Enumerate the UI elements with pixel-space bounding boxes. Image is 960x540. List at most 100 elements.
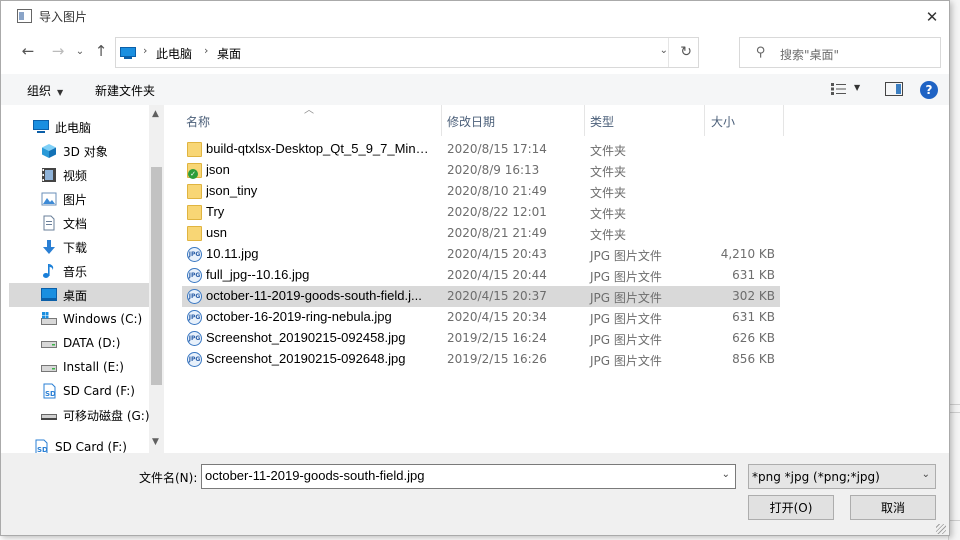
documents-icon	[41, 215, 57, 231]
file-type-select[interactable]: *png *jpg (*png;*jpg) ⌄	[748, 464, 936, 489]
column-divider[interactable]	[441, 105, 442, 136]
tree-item[interactable]: 桌面	[9, 283, 149, 307]
column-header-size[interactable]: 大小	[711, 105, 735, 136]
address-bar[interactable]: › 此电脑 › 桌面 ⌄ ↻	[115, 37, 699, 68]
up-button[interactable]: ↑	[90, 40, 112, 62]
back-button[interactable]: ←	[17, 40, 39, 62]
view-dropdown-icon[interactable]: ▼	[854, 83, 860, 92]
desktop-icon	[41, 287, 57, 303]
tree-item[interactable]: 图片	[9, 187, 149, 211]
file-date: 2020/4/15 20:44	[447, 268, 547, 282]
pictures-icon	[41, 191, 57, 207]
tree-item-label: 视频	[63, 168, 88, 183]
recent-locations-button[interactable]: ⌄	[69, 40, 91, 62]
chevron-down-icon[interactable]: ⌄	[722, 469, 730, 480]
drive-icon	[41, 335, 57, 351]
column-header-date[interactable]: 修改日期	[447, 105, 495, 136]
file-size: 302 KB	[732, 289, 775, 303]
file-row[interactable]: Try 2020/8/22 12:01 文件夹	[182, 202, 780, 223]
file-row[interactable]: JPG Screenshot_20190215-092458.jpg 2019/2/…	[182, 328, 780, 349]
tree-item[interactable]: 音乐	[9, 259, 149, 283]
tree-item[interactable]: 文档	[9, 211, 149, 235]
tree-item-label: 可移动磁盘 (G:)	[63, 408, 150, 423]
refresh-icon[interactable]: ↻	[680, 44, 692, 60]
search-box[interactable]: ⚲ 搜索"桌面"	[739, 37, 941, 68]
file-type: 文件夹	[590, 228, 627, 242]
file-row[interactable]: JPG full_jpg--10.16.jpg 2020/4/15 20:44 JPG…	[182, 265, 780, 286]
breadcrumb-desktop[interactable]: 桌面	[217, 45, 241, 62]
close-icon: ✕	[925, 7, 939, 26]
column-divider[interactable]	[584, 105, 585, 136]
tree-item[interactable]: 视频	[9, 163, 149, 187]
file-name: usn	[206, 225, 227, 240]
file-row[interactable]: JPG Screenshot_20190215-092648.jpg 2019/2/…	[182, 349, 780, 370]
close-button[interactable]: ✕	[915, 1, 949, 32]
address-divider	[668, 38, 669, 67]
scroll-up-icon[interactable]: ▲	[152, 109, 159, 119]
tree-item[interactable]: 此电脑	[9, 115, 149, 139]
removable-drive-icon	[41, 407, 57, 423]
file-row[interactable]: JPG october-11-2019-goods-south-field.j..…	[182, 286, 780, 307]
tree-item[interactable]: SD SD Card (F:)	[9, 379, 149, 403]
filename-input[interactable]: october-11-2019-goods-south-field.jpg ⌄	[201, 464, 736, 489]
search-input[interactable]: 搜索"桌面"	[780, 46, 839, 63]
file-size: 856 KB	[732, 352, 775, 366]
file-date: 2020/8/15 17:14	[447, 142, 547, 156]
file-date: 2020/8/10 21:49	[447, 184, 547, 198]
file-date: 2020/4/15 20:37	[447, 289, 547, 303]
file-type: 文件夹	[590, 207, 627, 221]
file-size: 4,210 KB	[720, 247, 775, 261]
open-button[interactable]: 打开(O)	[748, 495, 834, 520]
address-history-dropdown[interactable]: ⌄	[660, 45, 668, 56]
file-type: 文件夹	[590, 186, 627, 200]
search-icon: ⚲	[756, 45, 766, 60]
forward-button[interactable]: →	[47, 40, 69, 62]
column-header-name[interactable]: 名称	[186, 105, 210, 136]
tree-item[interactable]: 可移动磁盘 (G:)	[9, 403, 150, 427]
file-row[interactable]: JPG 10.11.jpg 2020/4/15 20:43 JPG 图片文件 4,210…	[182, 244, 780, 265]
tree-item[interactable]: 3D 对象	[9, 139, 149, 163]
breadcrumb-this-pc[interactable]: 此电脑	[156, 45, 192, 62]
file-row[interactable]: json_tiny 2020/8/10 21:49 文件夹	[182, 181, 780, 202]
tree-item[interactable]: 下载	[9, 235, 149, 259]
tree-item-label: 文档	[63, 216, 88, 231]
file-row[interactable]: ✓ json 2020/8/9 16:13 文件夹	[182, 160, 780, 181]
command-toolbar: 组织 ▼ 新建文件夹 ▼ ?	[1, 74, 949, 105]
file-name: json	[206, 162, 230, 177]
file-row[interactable]: JPG october-16-2019-ring-nebula.jpg 2020/4…	[182, 307, 780, 328]
scroll-down-icon[interactable]: ▼	[152, 437, 159, 447]
import-image-dialog: 导入图片 ✕ ← → ⌄ ↑ › 此电脑 › 桌面 ⌄ ↻ ⚲ 搜索"桌面" 组…	[0, 0, 950, 536]
jpg-file-icon: JPG	[187, 331, 202, 346]
tree-item[interactable]: DATA (D:)	[9, 331, 149, 355]
file-name: 10.11.jpg	[206, 246, 259, 261]
cancel-button[interactable]: 取消	[850, 495, 936, 520]
view-options-icon[interactable]	[830, 82, 848, 96]
tree-item-label: DATA (D:)	[63, 336, 121, 350]
scrollbar-thumb[interactable]	[151, 167, 162, 385]
preview-pane-icon[interactable]	[885, 82, 903, 96]
file-type: JPG 图片文件	[590, 291, 662, 305]
tree-item[interactable]: Install (E:)	[9, 355, 149, 379]
organize-menu[interactable]: 组织 ▼	[27, 82, 63, 99]
folder-icon	[187, 142, 202, 157]
tree-item[interactable]: SD SD Card (F:)	[9, 435, 149, 453]
resize-grip-icon[interactable]	[936, 524, 946, 534]
new-folder-button[interactable]: 新建文件夹	[95, 82, 155, 99]
sd-card-icon: SD	[41, 383, 57, 399]
help-icon[interactable]: ?	[920, 81, 938, 99]
tree-item-label: 3D 对象	[63, 144, 108, 159]
jpg-file-icon: JPG	[187, 310, 202, 325]
file-date: 2019/2/15 16:24	[447, 331, 547, 345]
tree-item-label: 桌面	[63, 288, 88, 303]
column-divider[interactable]	[783, 105, 784, 136]
file-name: Try	[206, 204, 225, 219]
filename-value[interactable]: october-11-2019-goods-south-field.jpg	[205, 468, 424, 483]
folder-icon	[187, 205, 202, 220]
file-row[interactable]: usn 2020/8/21 21:49 文件夹	[182, 223, 780, 244]
file-row[interactable]: build-qtxlsx-Desktop_Qt_5_9_7_MinG... 202…	[182, 139, 780, 160]
column-header-type[interactable]: 类型	[590, 105, 614, 136]
tree-item[interactable]: Windows (C:)	[9, 307, 149, 331]
column-divider[interactable]	[704, 105, 705, 136]
navigation-pane-scrollbar[interactable]: ▲ ▼	[149, 105, 164, 453]
sd-card-icon: SD	[33, 439, 49, 453]
